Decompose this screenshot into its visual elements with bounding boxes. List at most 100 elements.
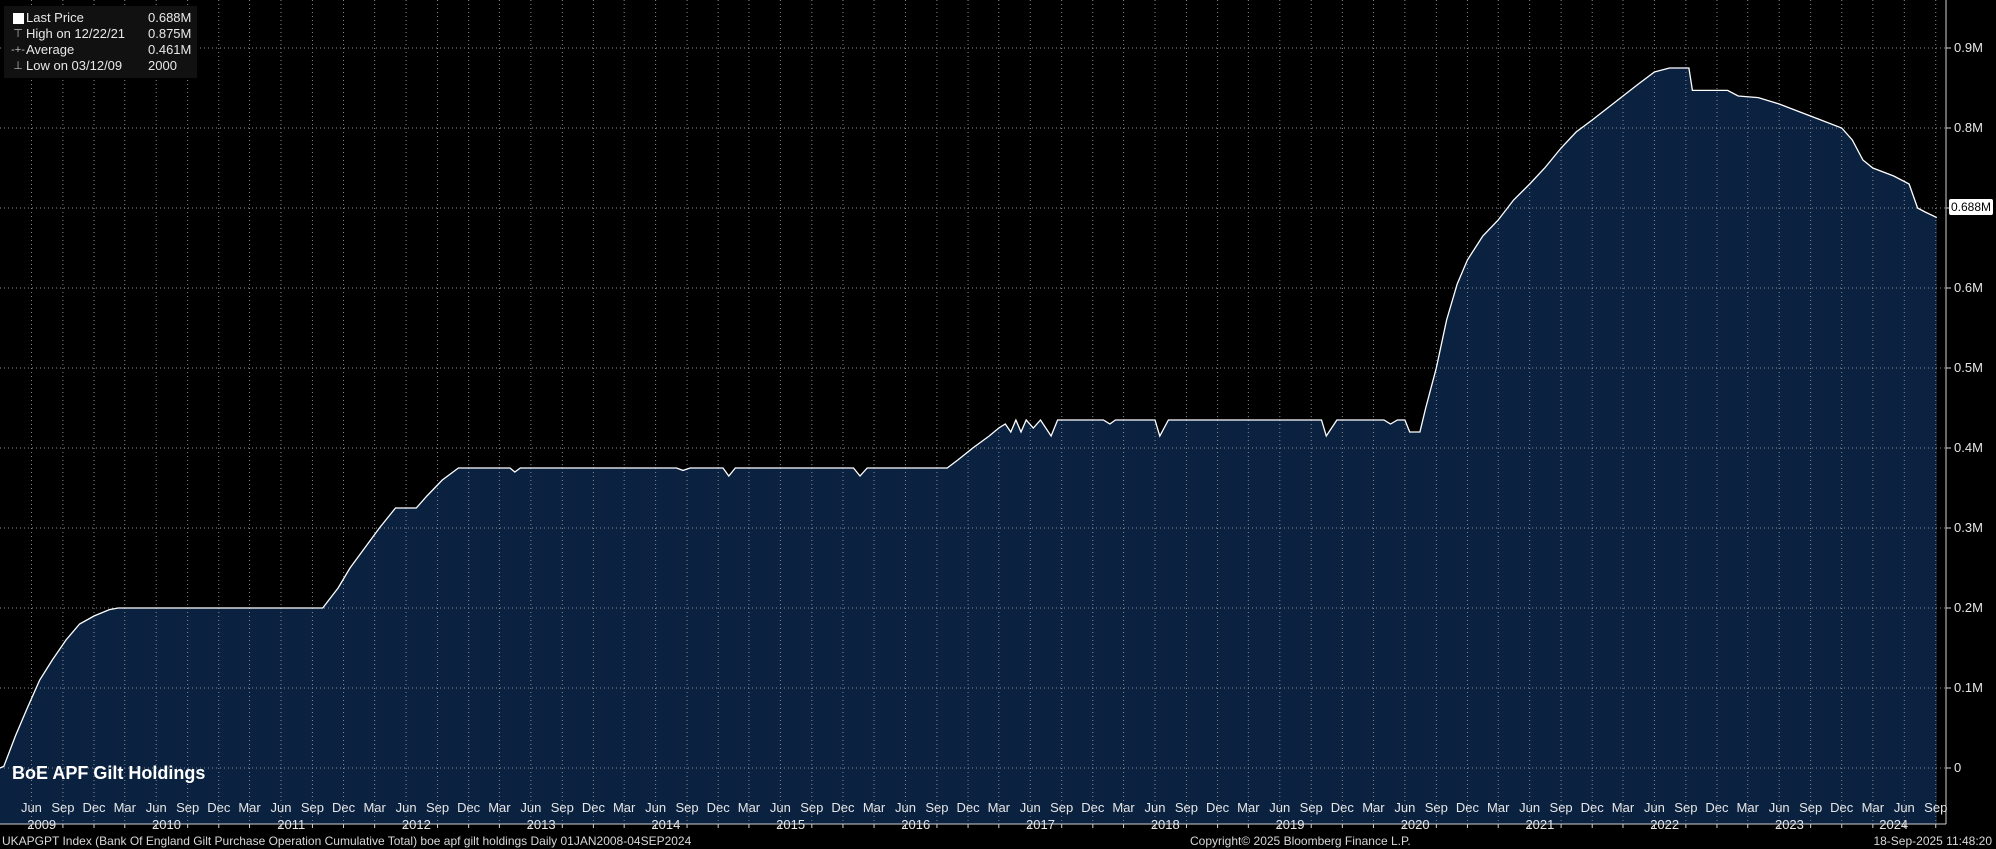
legend-item-average: -+- Average 0.461M: [10, 42, 191, 58]
x-tick-label-month: Jun: [1020, 800, 1041, 815]
x-tick-label-month: Jun: [1394, 800, 1415, 815]
x-tick-label-year: 2014: [651, 817, 680, 832]
legend-value: 2000: [148, 58, 177, 73]
x-tick-label-month: Jun: [1769, 800, 1790, 815]
y-tick-label: 0.6M: [1954, 280, 1983, 295]
x-tick-label-month: Dec: [1206, 800, 1230, 815]
x-tick-label-month: Dec: [1705, 800, 1729, 815]
x-tick-label-month: Jun: [1145, 800, 1166, 815]
x-tick-label-year: 2012: [402, 817, 431, 832]
x-tick-label-month: Sep: [426, 800, 449, 815]
legend-label: High on 12/22/21: [26, 26, 126, 41]
x-tick-label-month: Jun: [1644, 800, 1665, 815]
legend-value: 0.688M: [148, 10, 192, 25]
x-tick-label-month: Mar: [1112, 800, 1135, 815]
x-tick-label-month: Dec: [1081, 800, 1105, 815]
x-tick-label-month: Dec: [457, 800, 481, 815]
x-tick-label-month: Sep: [925, 800, 948, 815]
x-tick-label-month: Jun: [645, 800, 666, 815]
legend-label: Last Price: [26, 10, 84, 25]
x-tick-label-year: 2017: [1026, 817, 1055, 832]
x-tick-label-month: Sep: [51, 800, 74, 815]
x-tick-label-year: 2015: [776, 817, 805, 832]
low-marker-icon: ⊥: [13, 60, 23, 72]
x-tick-label-month: Mar: [1737, 800, 1760, 815]
legend: Last Price 0.688M ⊤ High on 12/22/21 0.8…: [4, 6, 198, 78]
x-tick-label-month: Mar: [613, 800, 636, 815]
legend-item-high: ⊤ High on 12/22/21 0.875M: [10, 26, 191, 42]
x-tick-label-month: Sep: [1300, 800, 1323, 815]
y-tick-label: 0.8M: [1954, 120, 1983, 135]
x-tick-label-month: Dec: [1331, 800, 1355, 815]
legend-item-low: ⊥ Low on 03/12/09 2000: [10, 58, 191, 74]
footer-left: UKAPGPT Index (Bank Of England Gilt Purc…: [2, 834, 692, 848]
y-tick-label: 0: [1954, 760, 1961, 775]
x-tick-label-year: 2010: [152, 817, 181, 832]
x-tick-label-month: Sep: [1175, 800, 1198, 815]
legend-value: 0.875M: [148, 26, 192, 41]
x-tick-label-month: Jun: [895, 800, 916, 815]
legend-label: Low on 03/12/09: [26, 58, 123, 73]
x-tick-label-month: Jun: [1269, 800, 1290, 815]
x-tick-label-year: 2022: [1650, 817, 1679, 832]
y-tick-label: 0.9M: [1954, 40, 1983, 55]
last-price-badge: 0.688M: [1949, 199, 1994, 215]
legend-item-last-price: Last Price 0.688M: [10, 10, 191, 26]
x-tick-label-month: Sep: [1425, 800, 1448, 815]
x-tick-label-year: 2018: [1151, 817, 1180, 832]
x-tick-label-month: Mar: [1362, 800, 1385, 815]
y-tick-label: 0.5M: [1954, 360, 1983, 375]
x-tick-label-month: Sep: [1799, 800, 1822, 815]
x-tick-label-year: 2016: [901, 817, 930, 832]
x-tick-label-month: Sep: [800, 800, 823, 815]
x-tick-label-month: Dec: [582, 800, 606, 815]
x-tick-label-year: 2013: [527, 817, 556, 832]
x-tick-label-month: Jun: [1894, 800, 1915, 815]
x-tick-label-month: Mar: [363, 800, 386, 815]
x-tick-label-month: Jun: [21, 800, 42, 815]
x-tick-label-month: Sep: [1924, 800, 1947, 815]
x-tick-label-month: Jun: [770, 800, 791, 815]
x-tick-label-month: Sep: [1550, 800, 1573, 815]
x-tick-label-month: Sep: [551, 800, 574, 815]
x-tick-label-month: Mar: [1612, 800, 1635, 815]
x-tick-label-month: Mar: [238, 800, 261, 815]
x-tick-label-month: Dec: [1456, 800, 1480, 815]
x-tick-label-month: Dec: [1830, 800, 1854, 815]
x-tick-label-month: Mar: [988, 800, 1011, 815]
high-marker-icon: ⊤: [13, 28, 23, 40]
x-tick-label-month: Mar: [114, 800, 137, 815]
footer-timestamp: 18-Sep-2025 11:48:20: [1873, 834, 1992, 848]
average-marker-icon: -+-: [11, 44, 25, 56]
y-tick-label: 0.2M: [1954, 600, 1983, 615]
x-tick-label-year: 2023: [1775, 817, 1804, 832]
legend-swatch-icon: [10, 12, 26, 24]
x-tick-label-month: Mar: [1237, 800, 1260, 815]
x-tick-label-month: Dec: [332, 800, 356, 815]
x-tick-label-month: Mar: [738, 800, 761, 815]
x-tick-label-year: 2009: [27, 817, 56, 832]
x-tick-label-year: 2024: [1879, 817, 1908, 832]
y-tick-label: 0.1M: [1954, 680, 1983, 695]
legend-value: 0.461M: [148, 42, 192, 57]
chart: 00.1M0.2M0.3M0.4M0.5M0.6M0.7M0.8M0.9M Ju…: [0, 0, 1996, 849]
x-tick-label-month: Dec: [1581, 800, 1605, 815]
x-tick-label-month: Dec: [207, 800, 231, 815]
x-tick-label-month: Mar: [863, 800, 886, 815]
y-tick-label: 0.4M: [1954, 440, 1983, 455]
legend-label: Average: [26, 42, 75, 57]
x-tick-label-month: Sep: [301, 800, 324, 815]
x-tick-label-month: Jun: [146, 800, 167, 815]
footer-copyright: Copyright© 2025 Bloomberg Finance L.P.: [1190, 834, 1411, 848]
x-tick-label-month: Jun: [520, 800, 541, 815]
x-tick-label-month: Sep: [1674, 800, 1697, 815]
x-tick-label-month: Jun: [1519, 800, 1540, 815]
chart-watermark-title: BoE APF Gilt Holdings: [12, 763, 206, 783]
x-tick-label-month: Sep: [675, 800, 698, 815]
x-tick-label-month: Mar: [1862, 800, 1885, 815]
x-tick-label-month: Dec: [831, 800, 855, 815]
x-tick-label-month: Jun: [396, 800, 417, 815]
x-tick-label-month: Sep: [1050, 800, 1073, 815]
x-tick-label-month: Sep: [176, 800, 199, 815]
x-tick-label-month: Jun: [270, 800, 291, 815]
